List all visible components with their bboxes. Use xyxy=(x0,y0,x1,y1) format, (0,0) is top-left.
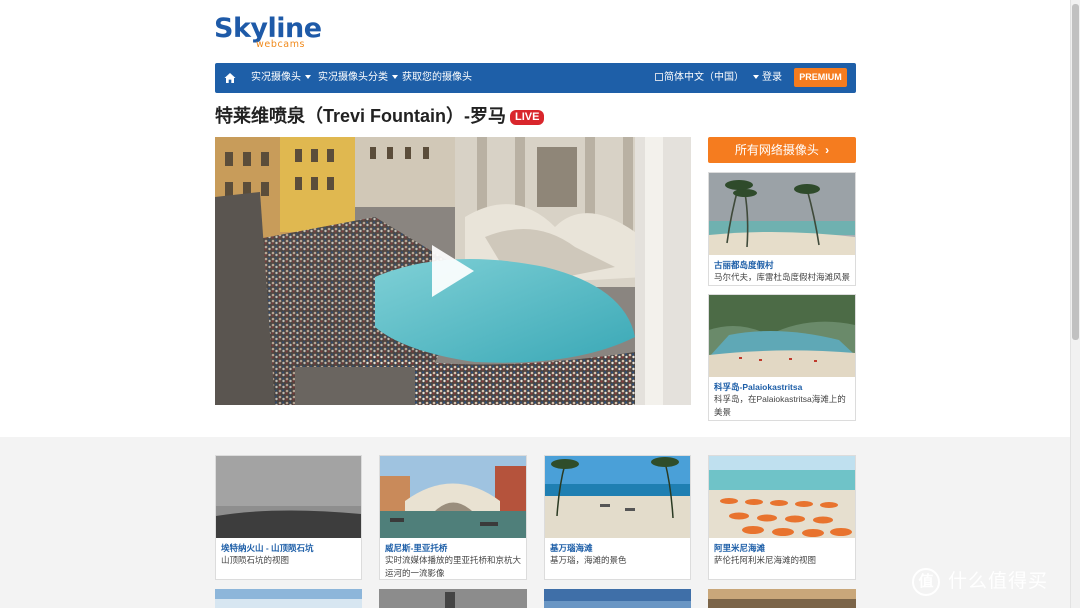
login-link[interactable]: 登录 xyxy=(762,63,782,93)
webcam-thumbnail xyxy=(709,456,855,538)
premium-button[interactable]: PREMIUM xyxy=(794,68,847,87)
scrollbar-thumb[interactable] xyxy=(1072,4,1079,340)
card-title[interactable]: 埃特纳火山 - 山顶陨石坑 xyxy=(221,542,314,554)
webcam-card[interactable]: 阿里米尼海滩 萨伦托阿利米尼海滩的视图 xyxy=(708,455,856,580)
webcam-thumbnail xyxy=(216,456,361,538)
all-webcams-button[interactable]: 所有网络摄像头 › xyxy=(708,137,856,163)
card-title[interactable]: 基万瑙海滩 xyxy=(550,542,593,554)
card-description: 基万瑙，海滩的景色 xyxy=(550,555,627,565)
nav-get-your-webcam-label: 获取您的摄像头 xyxy=(402,72,472,83)
skyline-logo[interactable]: Skyline webcams xyxy=(214,14,334,51)
webcam-card[interactable]: 埃特纳火山 - 山顶陨石坑 山顶陨石坑的视图 xyxy=(215,455,362,580)
nav-webcam-categories[interactable]: 实况摄像头分类 xyxy=(318,63,398,93)
page-scrollbar[interactable] xyxy=(1070,0,1080,608)
webcam-thumbnail xyxy=(709,295,855,377)
card-description: 萨伦托阿利米尼海滩的视图 xyxy=(714,555,817,565)
nav-live-webcams-label: 实况摄像头 xyxy=(251,72,301,83)
card-description: 马尔代夫，库雷杜岛度假村海滩风景 xyxy=(714,272,851,282)
flag-icon xyxy=(655,73,663,81)
card-title[interactable]: 古丽都岛度假村 xyxy=(714,259,774,271)
nav-webcam-categories-label: 实况摄像头分类 xyxy=(318,72,388,83)
webcam-thumbnail xyxy=(380,456,526,538)
webcam-thumbnail xyxy=(545,456,690,538)
watermark: 值 什么值得买 xyxy=(912,566,1072,598)
language-selector[interactable]: 简体中文（中国） xyxy=(655,63,759,93)
logo-subtitle: webcams xyxy=(256,39,306,50)
card-description: 山顶陨石坑的视图 xyxy=(221,555,290,565)
card-description: 科孚岛，在Palaiokastritsa海滩上的美景 xyxy=(714,394,846,417)
webcam-grid-section xyxy=(0,437,1070,608)
webcam-thumbnail-partial[interactable] xyxy=(544,589,691,608)
main-navbar: 实况摄像头 实况摄像头分类 获取您的摄像头 简体中文（中国） 登录 PREMIU… xyxy=(215,63,856,93)
webcam-thumbnail-partial[interactable] xyxy=(379,589,527,608)
home-icon[interactable] xyxy=(224,72,236,84)
webcam-thumbnail-partial[interactable] xyxy=(215,589,362,608)
webcam-card[interactable]: 科孚岛-Palaiokastritsa 科孚岛，在Palaiokastritsa… xyxy=(708,294,856,421)
page-title-text: 特莱维喷泉（Trevi Fountain）-罗马 xyxy=(215,106,507,126)
live-badge: LIVE xyxy=(510,110,545,125)
card-title[interactable]: 阿里米尼海滩 xyxy=(714,542,765,554)
webcam-card[interactable]: 古丽都岛度假村 马尔代夫，库雷杜岛度假村海滩风景 xyxy=(708,172,856,286)
caret-down-icon xyxy=(753,75,759,80)
language-label: 简体中文（中国） xyxy=(664,72,744,83)
chevron-right-icon: › xyxy=(825,143,830,157)
video-player[interactable] xyxy=(215,137,691,405)
caret-down-icon xyxy=(392,75,398,80)
nav-live-webcams[interactable]: 实况摄像头 xyxy=(251,63,311,93)
webcam-thumbnail-partial[interactable] xyxy=(708,589,856,608)
webcam-card[interactable]: 威尼斯-里亚托桥 实时流媒体播放的里亚托桥和京杭大运河的一流影像 xyxy=(379,455,527,580)
login-label: 登录 xyxy=(762,72,782,83)
nav-get-your-webcam[interactable]: 获取您的摄像头 xyxy=(402,63,472,93)
all-webcams-label: 所有网络摄像头 xyxy=(734,143,819,157)
caret-down-icon xyxy=(305,75,311,80)
webcam-card[interactable]: 基万瑙海滩 基万瑙，海滩的景色 xyxy=(544,455,691,580)
watermark-logo-icon: 值 xyxy=(912,568,940,596)
webcam-thumbnail xyxy=(709,173,855,255)
watermark-text: 什么值得买 xyxy=(948,571,1049,592)
card-title[interactable]: 科孚岛-Palaiokastritsa xyxy=(714,381,802,393)
card-title[interactable]: 威尼斯-里亚托桥 xyxy=(385,542,447,554)
page-title: 特莱维喷泉（Trevi Fountain）-罗马 LIVE xyxy=(215,104,545,128)
card-description: 实时流媒体播放的里亚托桥和京杭大运河的一流影像 xyxy=(385,555,522,578)
play-icon[interactable] xyxy=(432,245,474,297)
